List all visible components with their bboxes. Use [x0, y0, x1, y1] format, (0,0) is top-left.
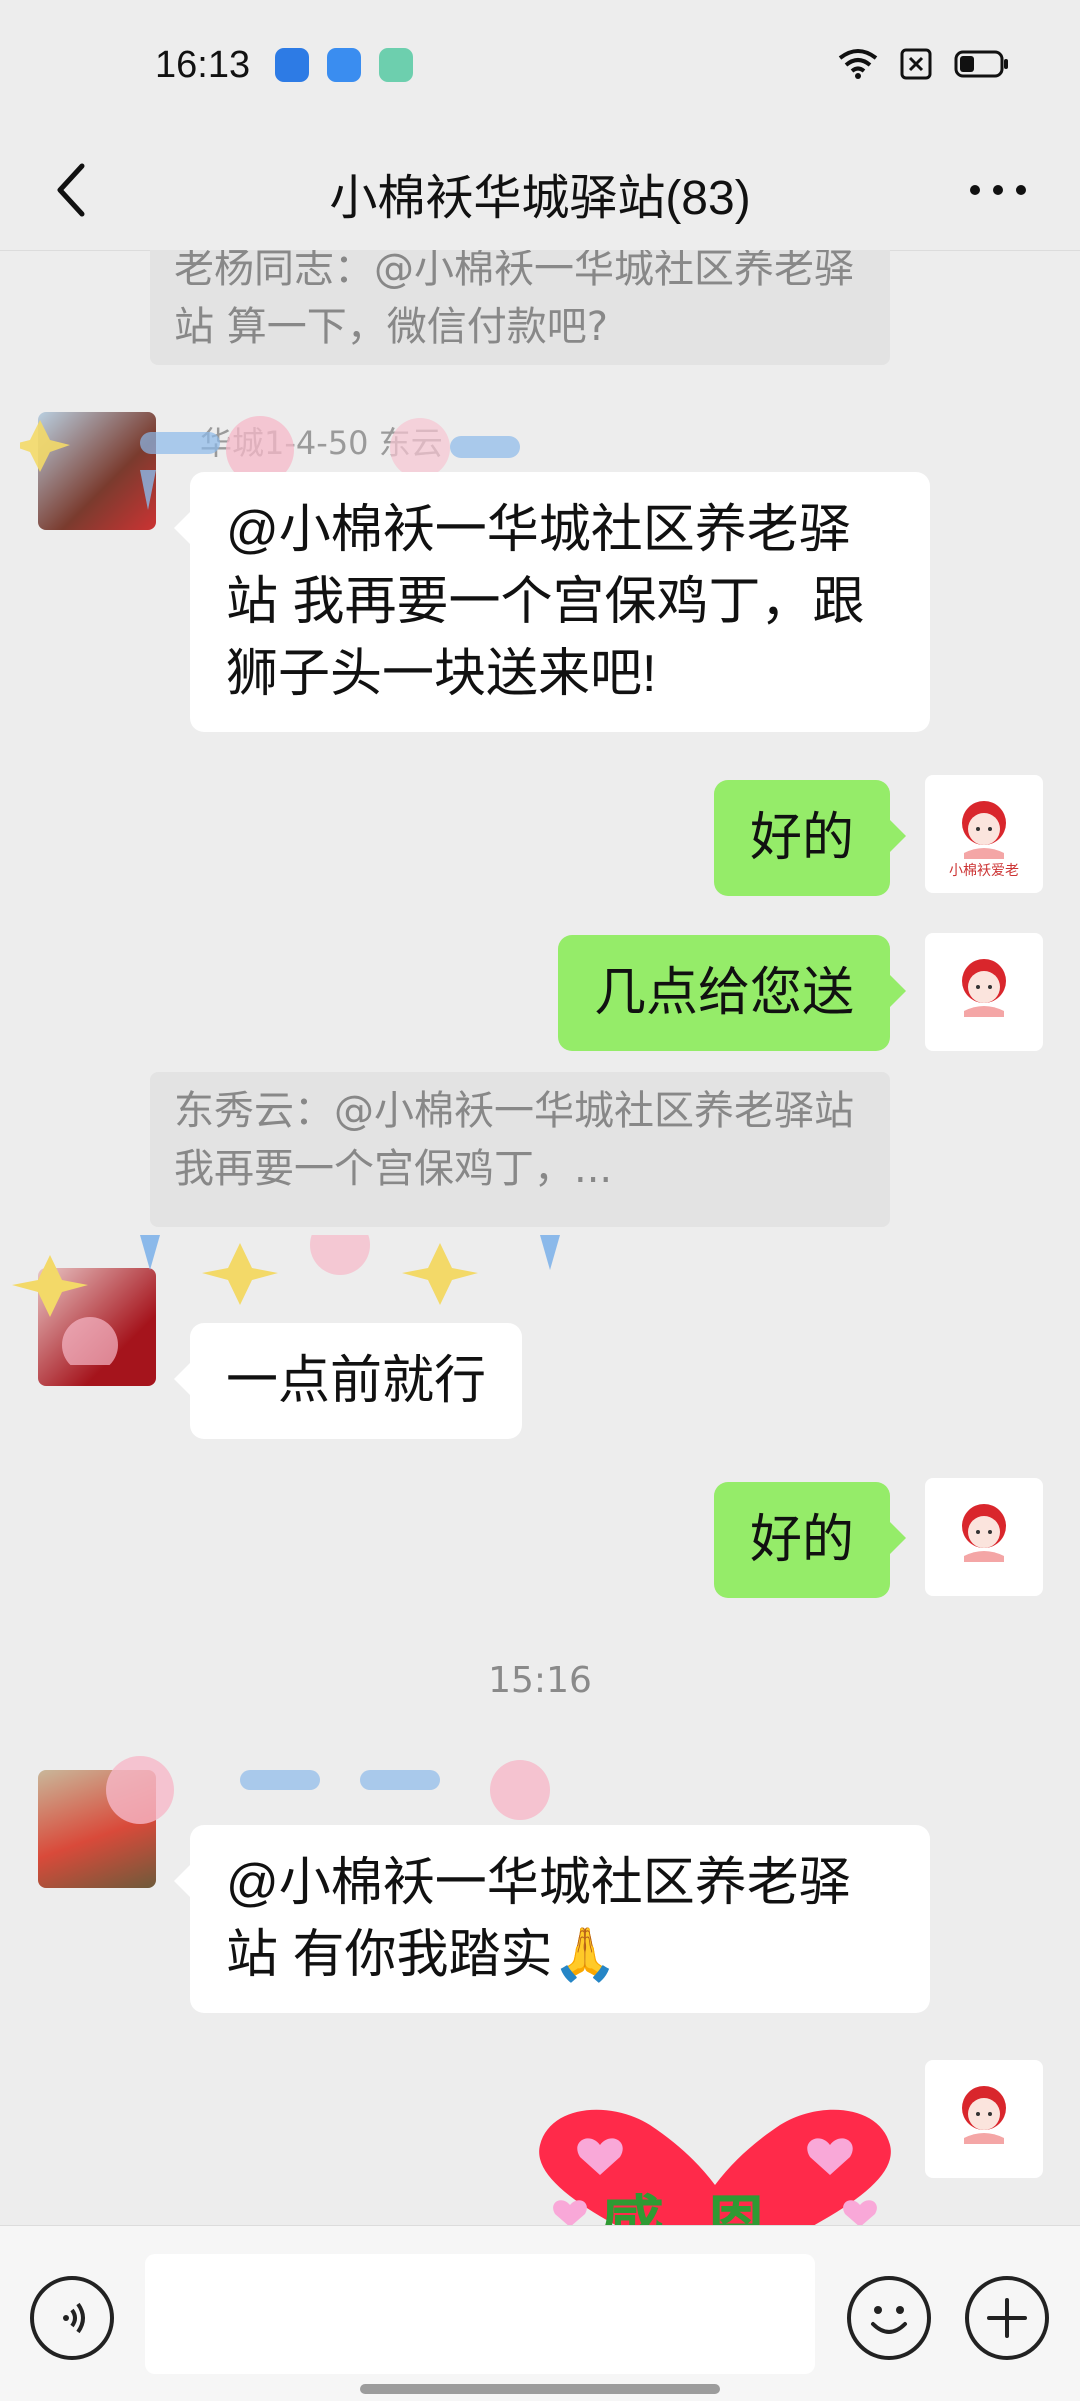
sender-name: 华城1-4-50 东云 [200, 424, 443, 462]
avatar[interactable] [38, 1770, 156, 1888]
voice-icon [63, 2302, 85, 2334]
home-indicator[interactable] [360, 2384, 720, 2394]
avatar-caption: 小棉袄爱老 [949, 863, 1019, 879]
quoted-text: 东秀云：@小棉袄一华城社区养老驿站 我再要一个宫保鸡丁，... [174, 1088, 854, 1192]
chat-title: 小棉袄华城驿站(83) [329, 172, 751, 225]
wifi-icon [838, 49, 878, 79]
message-timestamp: 15:16 [488, 1660, 592, 1701]
app-notification-icon [379, 48, 413, 82]
more-dots-icon [970, 185, 1026, 195]
more-button[interactable] [956, 154, 1040, 226]
status-time: 16:13 [155, 44, 251, 86]
message-text: 一点前就行 [226, 1352, 487, 1410]
plus-icon [987, 2298, 1027, 2338]
girl-logo-icon [962, 1504, 1006, 1562]
sticker-thanks[interactable]: 感恩 [530, 2105, 900, 2225]
message-bubble[interactable]: 好的 [713, 1482, 907, 1598]
voice-input-button[interactable] [30, 2276, 114, 2360]
message-bubble[interactable]: 几点给您送 [557, 935, 907, 1051]
message-input[interactable] [145, 2254, 815, 2374]
avatar[interactable] [925, 1478, 1043, 1596]
message-text: 好的 [749, 1511, 854, 1569]
message-text: 好的 [749, 809, 854, 867]
girl-logo-icon [962, 959, 1006, 1017]
more-actions-button[interactable] [965, 2276, 1049, 2360]
status-bar: 16:13 [0, 0, 1080, 130]
quoted-message[interactable]: 东秀云：@小棉袄一华城社区养老驿站 我再要一个宫保鸡丁，... [150, 1072, 890, 1227]
message-text: @小棉袄一华城社区养老驿站 我再要一个宫保鸡丁，跟狮子头一块送来吧! [226, 501, 865, 703]
message-bubble[interactable]: @小棉袄一华城社区养老驿站 我再要一个宫保鸡丁，跟狮子头一块送来吧! [174, 472, 930, 732]
emoji-button[interactable] [847, 2276, 931, 2360]
quoted-message[interactable]: 老杨同志：@小棉袄一华城社区养老驿站 算一下，微信付款吧? [150, 250, 890, 365]
avatar[interactable] [38, 1268, 156, 1386]
chat-header: 小棉袄华城驿站(83) [0, 130, 1080, 251]
smiley-icon [871, 2306, 907, 2334]
app-notification-icon [275, 48, 309, 82]
message-bubble[interactable]: 一点前就行 [173, 1323, 523, 1439]
app-notification-icon [327, 48, 361, 82]
battery-icon [954, 50, 1008, 78]
no-sim-icon [900, 48, 932, 80]
avatar[interactable] [38, 412, 156, 530]
girl-logo-icon [962, 2086, 1006, 2144]
avatar[interactable] [925, 933, 1043, 1051]
chat-input-bar [0, 2225, 1080, 2401]
quoted-text: 老杨同志：@小棉袄一华城社区养老驿站 算一下，微信付款吧? [174, 250, 854, 350]
message-bubble[interactable]: 好的 [713, 780, 907, 896]
avatar[interactable] [925, 2060, 1043, 2178]
chat-message-list[interactable]: 老杨同志：@小棉袄一华城社区养老驿站 算一下，微信付款吧? 华城1-4-50 东… [0, 250, 1080, 2225]
sticker-text: 感恩 [600, 2175, 808, 2225]
message-bubble[interactable]: @小棉袄一华城社区养老驿站 有你我踏实🙏 [174, 1825, 930, 2013]
message-text: 几点给您送 [593, 964, 854, 1022]
message-text: @小棉袄一华城社区养老驿站 有你我踏实🙏 [226, 1854, 851, 1984]
